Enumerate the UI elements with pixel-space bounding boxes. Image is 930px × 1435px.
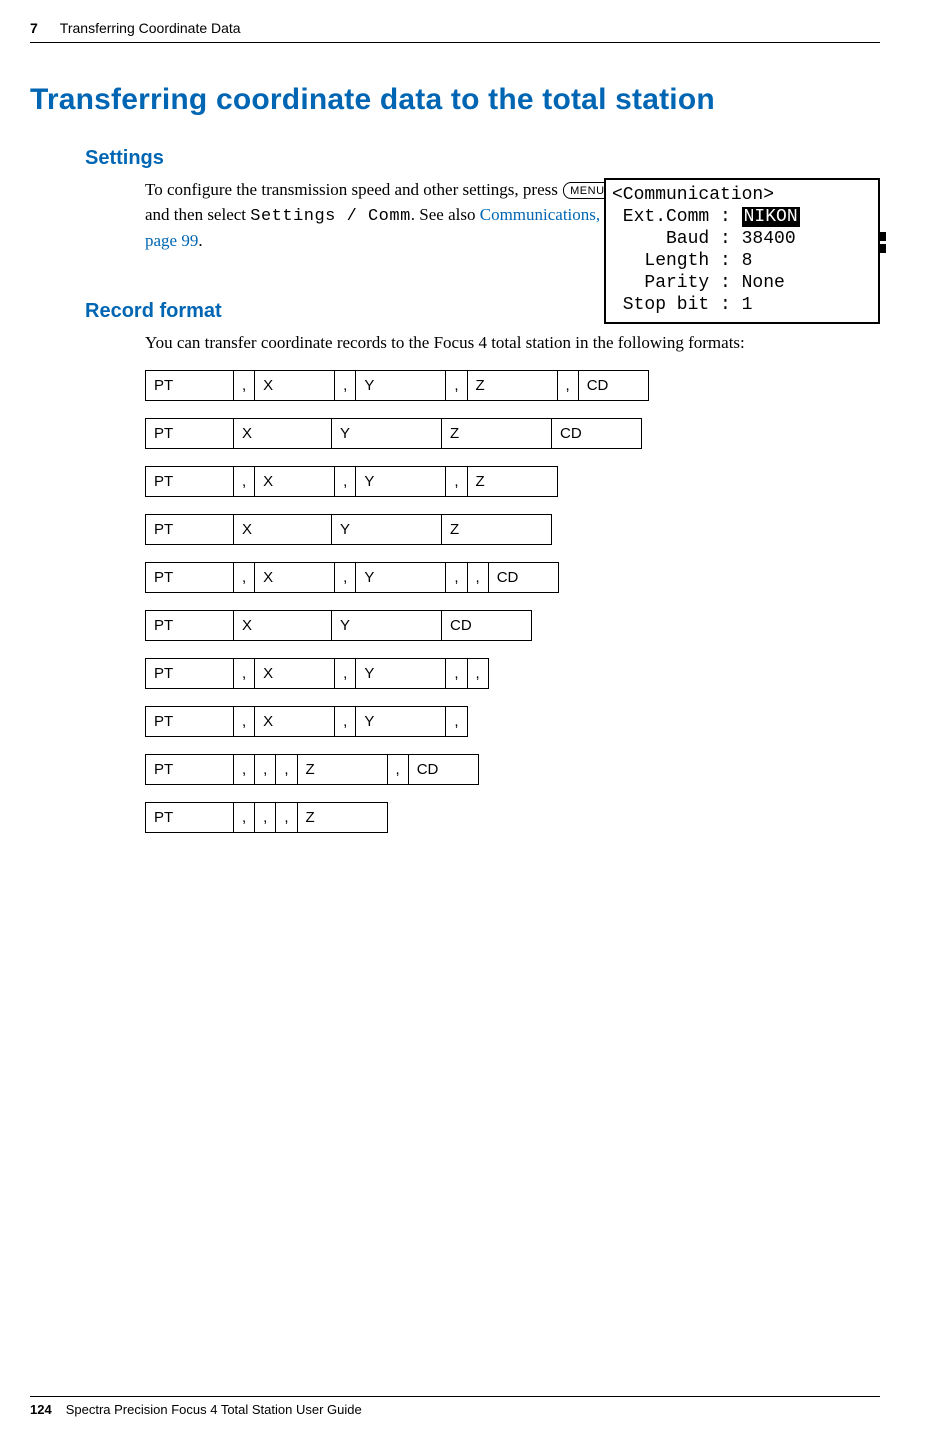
format-cell: Z [297, 754, 387, 784]
settings-text-1: To configure the transmission speed and … [145, 180, 562, 199]
format-row: PTXYZ [145, 514, 552, 545]
format-cell: , [467, 562, 488, 592]
format-cell: , [234, 562, 255, 592]
format-cell: PT [146, 370, 234, 400]
format-cell: , [276, 754, 297, 784]
lcd-screenshot: <Communication> Ext.Comm : NIKON Baud : … [604, 178, 880, 324]
format-cell: X [255, 706, 335, 736]
record-format-intro: You can transfer coordinate records to t… [145, 331, 880, 356]
format-cell: Y [332, 610, 442, 640]
format-cell: PT [146, 658, 234, 688]
format-row: PT,,,Z [145, 802, 388, 833]
format-cell: CD [552, 418, 642, 448]
format-cell: Y [356, 466, 446, 496]
format-row: PT,X,Y,Z [145, 466, 558, 497]
format-cell: CD [408, 754, 478, 784]
format-cell: , [446, 658, 467, 688]
settings-text-2: and then select [145, 205, 250, 224]
format-cell: Y [356, 370, 446, 400]
lcd-battery-icon [880, 232, 886, 256]
format-cell: PT [146, 466, 234, 496]
page-number: 124 [30, 1402, 52, 1417]
format-cell: PT [146, 514, 234, 544]
chapter-title: Transferring Coordinate Data [60, 20, 241, 36]
settings-heading: Settings [85, 147, 880, 170]
format-cell: Z [442, 514, 552, 544]
format-cell: , [335, 562, 356, 592]
format-cell: , [446, 466, 467, 496]
format-cell: Y [356, 658, 446, 688]
format-cell: X [234, 514, 332, 544]
format-cell: Z [297, 802, 387, 832]
header-rule [30, 42, 880, 43]
format-cell: , [234, 802, 255, 832]
format-cell: , [335, 658, 356, 688]
format-row: PTXYZCD [145, 418, 642, 449]
lcd-row: Baud : 38400 [612, 228, 872, 250]
format-cell: PT [146, 610, 234, 640]
format-cell: , [234, 658, 255, 688]
format-cell: , [446, 706, 467, 736]
format-cell: Z [467, 370, 557, 400]
format-row: PT,X,Y,Z,CD [145, 370, 649, 401]
format-cell: X [255, 466, 335, 496]
format-cell: PT [146, 562, 234, 592]
format-row: PT,X,Y, [145, 706, 468, 737]
settings-paragraph: To configure the transmission speed and … [145, 178, 635, 254]
format-cell: Z [442, 418, 552, 448]
format-cell: , [234, 754, 255, 784]
format-cell: PT [146, 754, 234, 784]
format-cell: , [335, 370, 356, 400]
format-cell: Y [332, 514, 442, 544]
format-cell: , [446, 370, 467, 400]
format-cell: CD [488, 562, 558, 592]
format-cell: , [387, 754, 408, 784]
format-cell: , [335, 706, 356, 736]
format-row: PT,X,Y,, [145, 658, 489, 689]
running-header: 7 Transferring Coordinate Data [30, 20, 880, 47]
format-cell: CD [578, 370, 648, 400]
lcd-row: Length : 8 [612, 250, 872, 272]
format-cell: Z [467, 466, 557, 496]
format-cell: Y [332, 418, 442, 448]
chapter-number: 7 [30, 20, 38, 36]
lcd-row: Parity : None [612, 272, 872, 294]
format-cell: Y [356, 706, 446, 736]
section-title: Transferring coordinate data to the tota… [30, 83, 880, 117]
settings-text-4: . [198, 231, 202, 250]
format-row: PT,X,Y,,CD [145, 562, 559, 593]
footer: 124 Spectra Precision Focus 4 Total Stati… [30, 1396, 880, 1417]
format-cell: , [276, 802, 297, 832]
format-cell: , [557, 370, 578, 400]
lcd-title: <Communication> [612, 184, 872, 206]
format-cell: , [446, 562, 467, 592]
format-cell: , [255, 754, 276, 784]
format-cell: PT [146, 706, 234, 736]
format-cell: , [255, 802, 276, 832]
settings-path: Settings / Comm [250, 207, 411, 226]
lcd-row: Ext.Comm : NIKON [612, 206, 872, 228]
format-cell: PT [146, 418, 234, 448]
format-row: PT,,,Z,CD [145, 754, 479, 785]
format-tables: PT,X,Y,Z,CDPTXYZCDPT,X,Y,ZPTXYZPT,X,Y,,C… [145, 370, 880, 833]
format-row: PTXYCD [145, 610, 532, 641]
format-cell: X [255, 658, 335, 688]
format-cell: , [234, 466, 255, 496]
format-cell: , [467, 658, 488, 688]
format-cell: PT [146, 802, 234, 832]
lcd-row: Stop bit : 1 [612, 294, 872, 316]
format-cell: , [335, 466, 356, 496]
format-cell: CD [442, 610, 532, 640]
format-cell: , [234, 370, 255, 400]
format-cell: , [234, 706, 255, 736]
format-cell: Y [356, 562, 446, 592]
format-cell: X [255, 562, 335, 592]
format-cell: X [234, 610, 332, 640]
settings-text-3: . See also [411, 205, 480, 224]
format-cell: X [234, 418, 332, 448]
format-cell: X [255, 370, 335, 400]
book-title: Spectra Precision Focus 4 Total Station … [66, 1402, 362, 1417]
